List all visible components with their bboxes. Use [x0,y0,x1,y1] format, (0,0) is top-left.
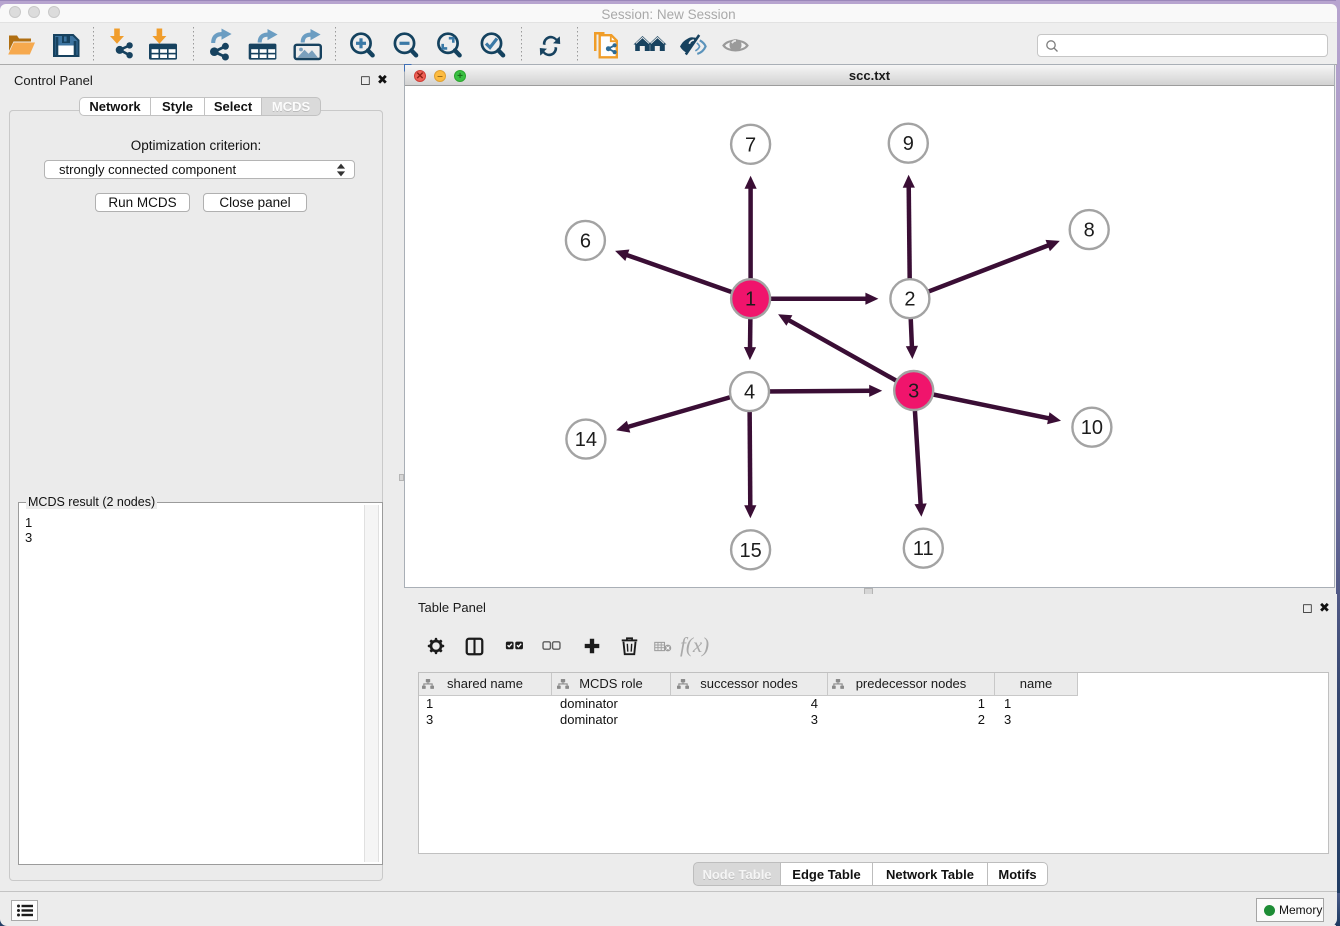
svg-text:4: 4 [744,382,755,404]
svg-text:2: 2 [904,289,915,311]
svg-text:14: 14 [575,429,597,451]
svg-text:15: 15 [739,540,761,562]
svg-text:6: 6 [580,230,591,252]
svg-text:7: 7 [745,134,756,156]
svg-text:9: 9 [903,133,914,155]
svg-text:3: 3 [908,381,919,403]
svg-text:11: 11 [913,538,934,560]
svg-text:1: 1 [745,289,756,311]
svg-text:8: 8 [1084,220,1095,242]
svg-text:10: 10 [1081,417,1103,439]
